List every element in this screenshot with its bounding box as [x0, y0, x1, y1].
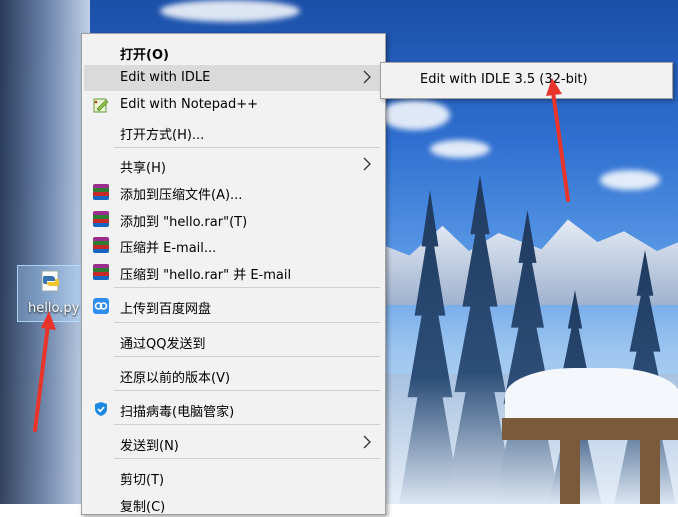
red-arrow-icon [33, 311, 56, 432]
annotation-arrows [33, 78, 570, 432]
red-arrow-icon [546, 78, 570, 202]
